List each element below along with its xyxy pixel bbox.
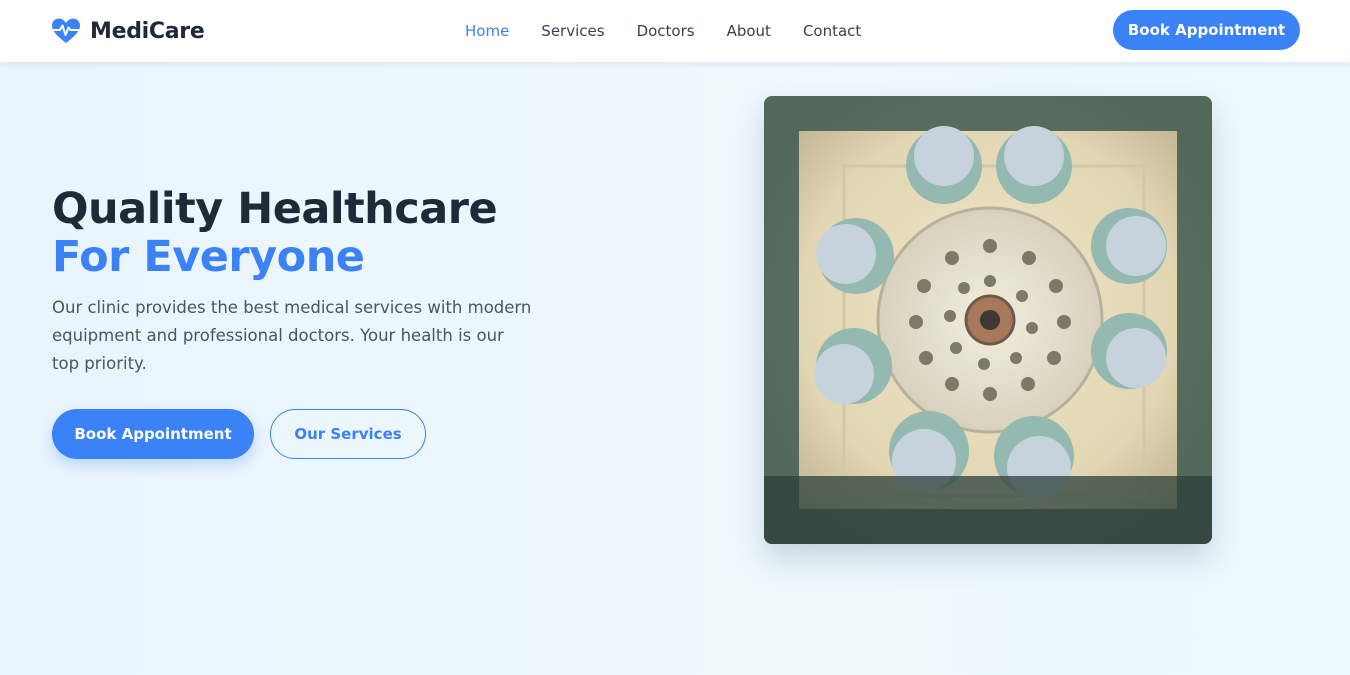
brand-name: MediCare xyxy=(90,18,205,44)
hero-headline-line2: For Everyone xyxy=(52,232,365,282)
nav-book-appointment-button[interactable]: Book Appointment xyxy=(1113,10,1300,50)
nav-link-home[interactable]: Home xyxy=(465,20,509,42)
surgeons-photo-illustration xyxy=(764,96,1212,544)
hero-headline-line1: Quality Healthcare xyxy=(52,184,498,234)
nav-link-doctors[interactable]: Doctors xyxy=(637,20,695,42)
hero-headline: Quality Healthcare For Everyone xyxy=(52,184,498,282)
hero-description: Our clinic provides the best medical ser… xyxy=(52,298,532,373)
nav-link-services[interactable]: Services xyxy=(541,20,604,42)
main-nav: Home Services Doctors About Contact xyxy=(465,20,893,42)
heart-pulse-icon xyxy=(52,18,80,43)
hero-our-services-button[interactable]: Our Services xyxy=(270,409,426,459)
hero-book-appointment-button[interactable]: Book Appointment xyxy=(52,409,254,459)
nav-link-about[interactable]: About xyxy=(727,20,771,42)
brand-logo[interactable]: MediCare xyxy=(51,14,205,48)
hero-image xyxy=(764,96,1212,544)
nav-link-contact[interactable]: Contact xyxy=(803,20,861,42)
top-navbar: MediCare Home Services Doctors About Con… xyxy=(0,0,1350,62)
